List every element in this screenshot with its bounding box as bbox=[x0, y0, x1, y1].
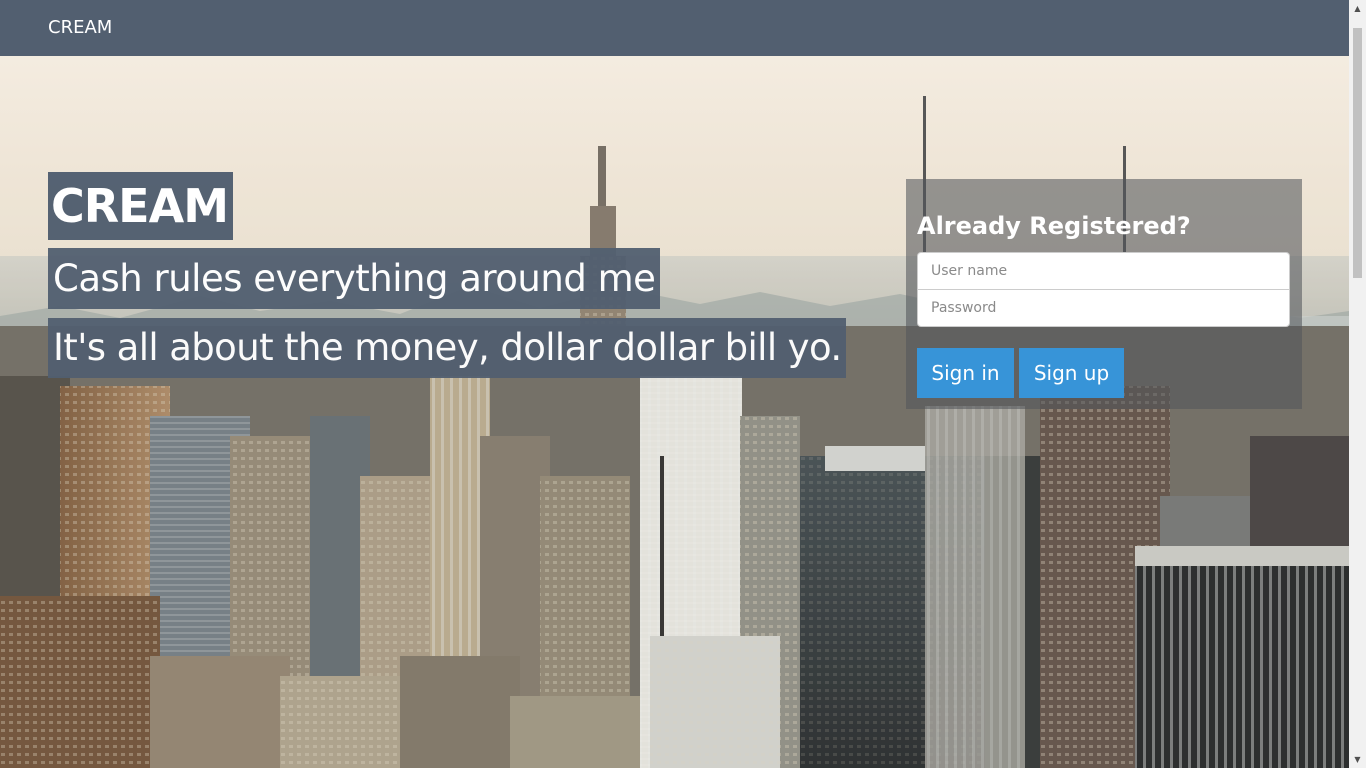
password-input[interactable] bbox=[917, 289, 1290, 327]
hero-title: CREAM bbox=[48, 172, 233, 240]
hero-subtagline: It's all about the money, dollar dollar … bbox=[48, 318, 846, 378]
page-scrollbar[interactable]: ▲ ▼ bbox=[1349, 0, 1366, 768]
navbar-brand-link[interactable]: CREAM bbox=[48, 16, 112, 40]
navbar: CREAM bbox=[0, 0, 1349, 56]
hero-background bbox=[0, 56, 1349, 768]
login-heading: Already Registered? bbox=[917, 212, 1191, 240]
sign-in-button[interactable]: Sign in bbox=[917, 348, 1014, 398]
scroll-up-arrow-icon[interactable]: ▲ bbox=[1349, 0, 1366, 17]
username-input[interactable] bbox=[917, 252, 1290, 290]
hero-tagline: Cash rules everything around me bbox=[48, 248, 661, 309]
city-skyline-image bbox=[0, 56, 1349, 768]
scroll-down-arrow-icon[interactable]: ▼ bbox=[1349, 751, 1366, 768]
sign-up-button[interactable]: Sign up bbox=[1019, 348, 1124, 398]
login-panel: Already Registered? Sign in Sign up bbox=[906, 179, 1302, 409]
scrollbar-thumb[interactable] bbox=[1353, 28, 1362, 278]
